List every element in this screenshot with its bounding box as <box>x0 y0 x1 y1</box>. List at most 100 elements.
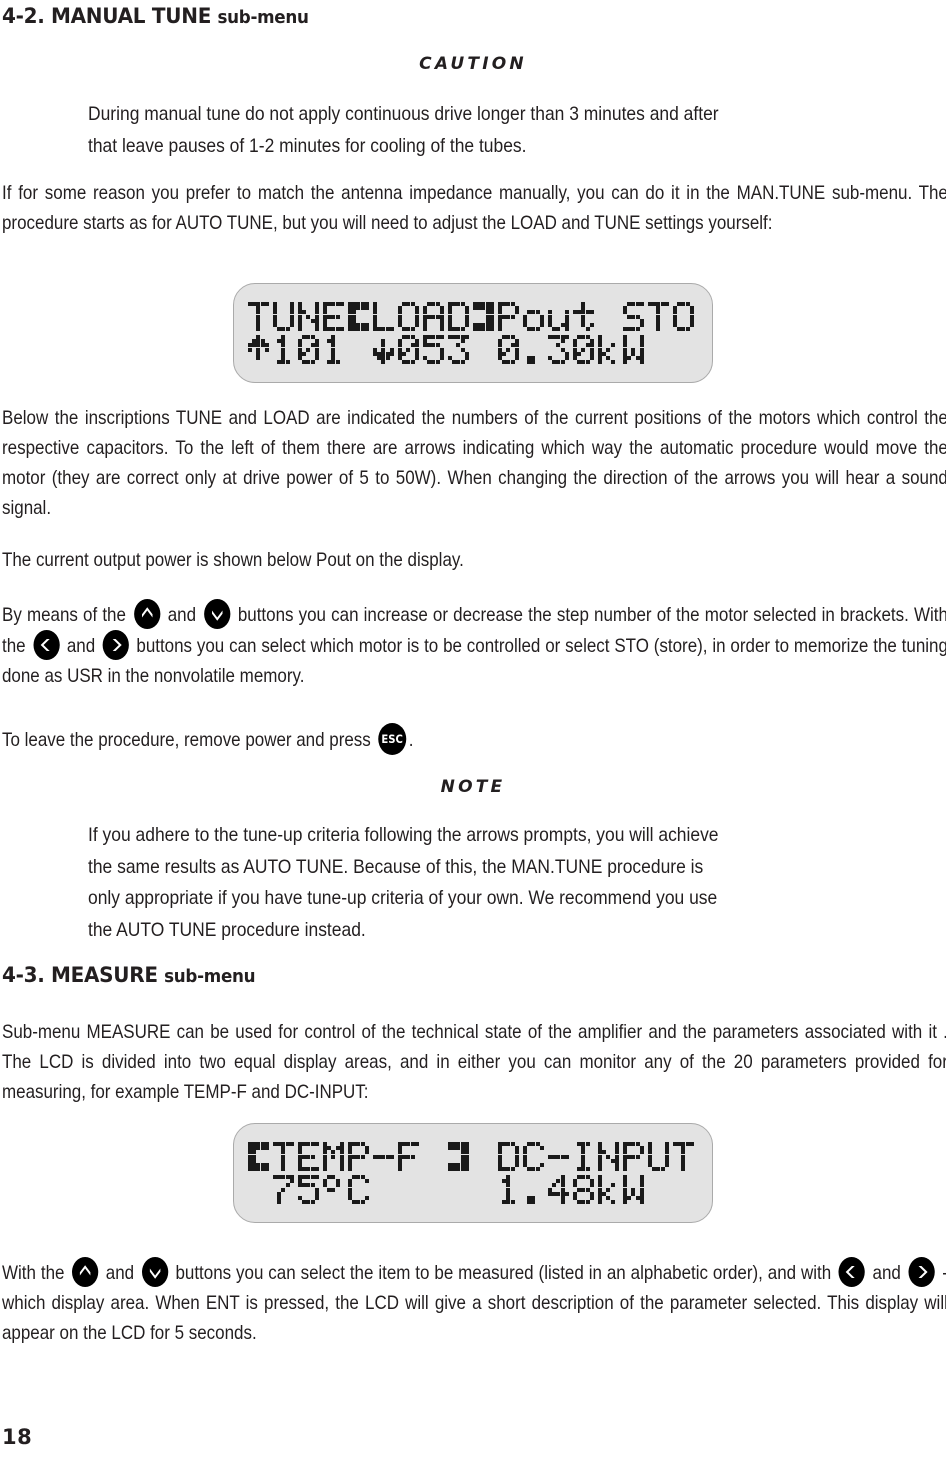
lcd-glyph <box>398 334 423 365</box>
caution-line-2: that leave pauses of 1-2 minutes for coo… <box>88 134 527 157</box>
lcd-glyph <box>548 334 573 365</box>
lcd2-line-2 <box>248 1174 698 1205</box>
caution-line-1: During manual tune do not apply continuo… <box>88 103 719 125</box>
with-the-text-3: buttons you can select the item to be me… <box>175 1262 832 1284</box>
lcd-glyph <box>248 301 273 332</box>
lcd-glyph <box>298 301 323 332</box>
leave-procedure-text-2: . <box>408 729 414 751</box>
by-means-text-5: buttons you can select which motor is to… <box>2 635 946 687</box>
measure-intro-text: Sub-menu MEASURE can be used for control… <box>2 1021 946 1103</box>
lcd-glyph <box>548 1141 573 1172</box>
measure-intro-paragraph: Sub-menu MEASURE can be used for control… <box>2 1017 946 1107</box>
lcd-glyph <box>323 334 348 365</box>
by-means-text-1: By means of the <box>2 604 126 626</box>
below-inscriptions-text: Below the inscriptions TUNE and LOAD are… <box>2 407 946 519</box>
with-the-text-1: With the <box>2 1262 65 1284</box>
lcd-glyph <box>373 1141 398 1172</box>
measure-heading: 4-3. MEASURE sub-menu <box>2 963 274 988</box>
page-number: 18 <box>2 1425 33 1449</box>
document-page: 4-2. MANUAL TUNE sub-menu CAUTION During… <box>0 0 946 1463</box>
lcd-glyph <box>298 334 323 365</box>
lcd-glyph <box>323 301 348 332</box>
lcd-glyph <box>373 301 398 332</box>
lcd-glyph <box>523 1174 548 1205</box>
left-arrow-button[interactable] <box>33 630 60 660</box>
lcd-glyph <box>373 1174 398 1205</box>
lcd-glyph <box>573 301 598 332</box>
heading-name-43: MEASURE <box>50 963 158 988</box>
lcd-glyph <box>273 301 298 332</box>
heading-suffix-43: sub-menu <box>164 966 256 987</box>
measure-display <box>233 1123 713 1223</box>
with-the-text-2: and <box>105 1262 135 1284</box>
right-arrow-button-2[interactable] <box>908 1257 935 1287</box>
lcd-glyph <box>423 301 448 332</box>
lcd-glyph <box>473 1174 498 1205</box>
esc-button-label: ESC <box>381 732 403 746</box>
lcd-glyph <box>473 334 498 365</box>
down-arrow-icon <box>149 1268 161 1279</box>
lcd-glyph <box>273 1174 298 1205</box>
lcd-glyph <box>448 1174 473 1205</box>
heading-number-42: 4-2. <box>2 4 45 29</box>
lcd-glyph <box>598 334 623 365</box>
lcd-glyph <box>348 1174 373 1205</box>
lcd-glyph <box>523 334 548 365</box>
lcd-glyph <box>423 1141 448 1172</box>
lcd-glyph <box>398 301 423 332</box>
intro-paragraph: If for some reason you prefer to match t… <box>2 178 946 238</box>
lcd-glyph <box>348 1141 373 1172</box>
up-arrow-button[interactable] <box>133 599 160 629</box>
left-arrow-button-2[interactable] <box>838 1257 866 1287</box>
left-arrow-icon <box>40 639 50 651</box>
lcd-glyph <box>598 1174 623 1205</box>
lcd-glyph <box>573 1174 598 1205</box>
lcd-glyph <box>598 1141 623 1172</box>
down-arrow-button-2[interactable] <box>141 1257 168 1287</box>
lcd-glyph <box>448 1141 473 1172</box>
lcd-glyph <box>523 301 548 332</box>
lcd-glyph <box>373 334 398 365</box>
lcd-glyph <box>398 1141 423 1172</box>
note-line-3: only appropriate if you have tune-up cri… <box>88 887 718 909</box>
left-arrow-icon <box>845 1266 855 1278</box>
lcd-glyph <box>648 301 673 332</box>
intro-paragraph-text: If for some reason you prefer to match t… <box>2 182 946 234</box>
lcd-glyph <box>448 301 473 332</box>
leave-procedure-text-1: To leave the procedure, remove power and… <box>2 729 371 751</box>
up-arrow-icon <box>79 1265 91 1276</box>
esc-button[interactable]: ESC <box>378 723 407 755</box>
measure-lcd-wrapper <box>0 1123 946 1223</box>
lcd-glyph <box>248 1141 273 1172</box>
by-means-text-4: and <box>66 635 96 657</box>
lcd-glyph <box>673 1141 698 1172</box>
lcd-glyph <box>423 334 448 365</box>
lcd-glyph <box>323 1141 348 1172</box>
lcd-glyph <box>623 1174 648 1205</box>
lcd-glyph <box>323 1174 348 1205</box>
lcd-glyph <box>623 334 648 365</box>
up-arrow-button-2[interactable] <box>72 1257 99 1287</box>
down-arrow-button[interactable] <box>203 599 231 629</box>
lcd-glyph <box>498 301 523 332</box>
lcd-glyph <box>548 301 573 332</box>
lcd-glyph <box>498 334 523 365</box>
lcd-glyph <box>348 301 373 332</box>
lcd-glyph <box>648 1141 673 1172</box>
page-title: 4-2. MANUAL TUNE sub-menu <box>2 4 332 29</box>
lcd-glyph <box>448 334 473 365</box>
output-power-paragraph: The current output power is shown below … <box>2 545 946 575</box>
lcd-glyph <box>573 1141 598 1172</box>
lcd-glyph <box>673 301 698 332</box>
note-line-4: the AUTO TUNE procedure instead. <box>88 918 366 941</box>
lcd-glyph <box>398 1174 423 1205</box>
right-arrow-button[interactable] <box>102 630 129 660</box>
lcd-glyph <box>298 1174 323 1205</box>
lcd-glyph <box>248 334 273 365</box>
right-arrow-icon <box>112 639 122 651</box>
note-line-1: If you adhere to the tune-up criteria fo… <box>88 824 719 846</box>
lcd2-line-1 <box>248 1141 698 1172</box>
lcd-glyph <box>273 334 298 365</box>
lcd-glyph <box>548 1174 573 1205</box>
right-arrow-icon <box>918 1266 928 1278</box>
